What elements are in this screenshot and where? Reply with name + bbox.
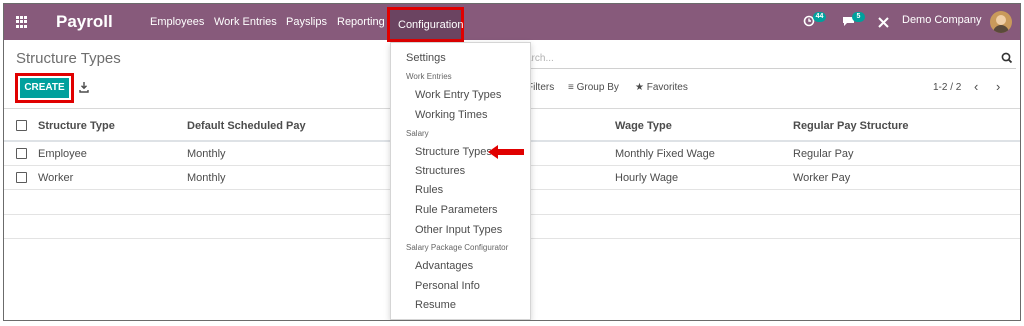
dropdown-item-other-input-types[interactable]: Other Input Types — [415, 224, 502, 236]
dropdown-header-salary-package: Salary Package Configurator — [406, 243, 509, 252]
favorites-button[interactable]: ★ Favorites — [635, 82, 688, 93]
menu-configuration-label: Configuration — [398, 19, 464, 31]
apps-grid-icon[interactable] — [16, 16, 28, 28]
menu-payslips[interactable]: Payslips — [286, 16, 327, 28]
cell-structure-type: Worker — [38, 172, 74, 184]
pager-next-icon[interactable]: › — [996, 79, 1000, 94]
download-icon[interactable] — [79, 82, 89, 93]
app-window: Payroll Employees Work Entries Payslips … — [3, 3, 1021, 321]
list-icon: ≡ — [568, 82, 577, 93]
user-avatar[interactable] — [990, 11, 1012, 33]
column-structure-type[interactable]: Structure Type — [38, 120, 115, 132]
company-switcher[interactable]: Demo Company — [902, 14, 981, 26]
dropdown-item-advantages[interactable]: Advantages — [415, 260, 473, 272]
menu-work-entries[interactable]: Work Entries — [214, 16, 277, 28]
create-highlight: CREATE — [15, 73, 74, 103]
dropdown-item-work-entry-types[interactable]: Work Entry Types — [415, 89, 501, 101]
create-button[interactable]: CREATE — [20, 78, 69, 98]
cell-default-scheduled-pay: Monthly — [187, 172, 226, 184]
tools-icon[interactable] — [878, 17, 889, 28]
star-icon: ★ — [635, 82, 647, 93]
dropdown-item-structures[interactable]: Structures — [415, 165, 465, 177]
dropdown-header-work-entries: Work Entries — [406, 72, 452, 81]
cell-structure-type: Employee — [38, 148, 87, 160]
message-badge: 5 — [852, 12, 865, 22]
app-title[interactable]: Payroll — [56, 12, 113, 32]
activity-badge: 44 — [813, 12, 826, 22]
cell-wage-type: Monthly Fixed Wage — [615, 148, 715, 160]
configuration-dropdown: Settings Work Entries Work Entry Types W… — [390, 42, 531, 320]
pointer-arrow-icon — [488, 145, 524, 159]
cell-regular-pay-structure: Worker Pay — [793, 172, 851, 184]
menu-configuration[interactable]: Configuration — [387, 7, 464, 42]
groupby-label: Group By — [576, 82, 619, 93]
filters-button[interactable]: Filters — [527, 82, 554, 93]
favorites-label: Favorites — [646, 82, 688, 93]
pager-value[interactable]: 1-2 / 2 — [933, 82, 961, 93]
dropdown-item-rules[interactable]: Rules — [415, 184, 443, 196]
search-underline — [526, 68, 1016, 69]
groupby-button[interactable]: ≡ Group By — [568, 82, 619, 93]
cell-default-scheduled-pay: Monthly — [187, 148, 226, 160]
dropdown-item-personal-info[interactable]: Personal Info — [415, 280, 480, 292]
column-default-scheduled-pay[interactable]: Default Scheduled Pay — [187, 120, 306, 132]
select-all-checkbox[interactable] — [16, 120, 27, 131]
row-checkbox[interactable] — [16, 172, 27, 183]
cell-regular-pay-structure: Regular Pay — [793, 148, 854, 160]
pager-previous-icon[interactable]: ‹ — [974, 79, 978, 94]
dropdown-item-settings[interactable]: Settings — [406, 52, 446, 64]
dropdown-item-structure-types[interactable]: Structure Types — [415, 146, 492, 158]
column-regular-pay-structure[interactable]: Regular Pay Structure — [793, 120, 909, 132]
dropdown-item-working-times[interactable]: Working Times — [415, 109, 488, 121]
menu-reporting[interactable]: Reporting — [337, 16, 385, 28]
top-navbar: Payroll Employees Work Entries Payslips … — [4, 4, 1020, 42]
dropdown-header-salary: Salary — [406, 129, 429, 138]
row-checkbox[interactable] — [16, 148, 27, 159]
menu-employees[interactable]: Employees — [150, 16, 204, 28]
search-icon[interactable] — [1000, 51, 1014, 65]
column-wage-type[interactable]: Wage Type — [615, 120, 672, 132]
cell-wage-type: Hourly Wage — [615, 172, 679, 184]
breadcrumb-title: Structure Types — [16, 50, 121, 67]
dropdown-item-rule-parameters[interactable]: Rule Parameters — [415, 204, 498, 216]
dropdown-item-resume[interactable]: Resume — [415, 299, 456, 311]
